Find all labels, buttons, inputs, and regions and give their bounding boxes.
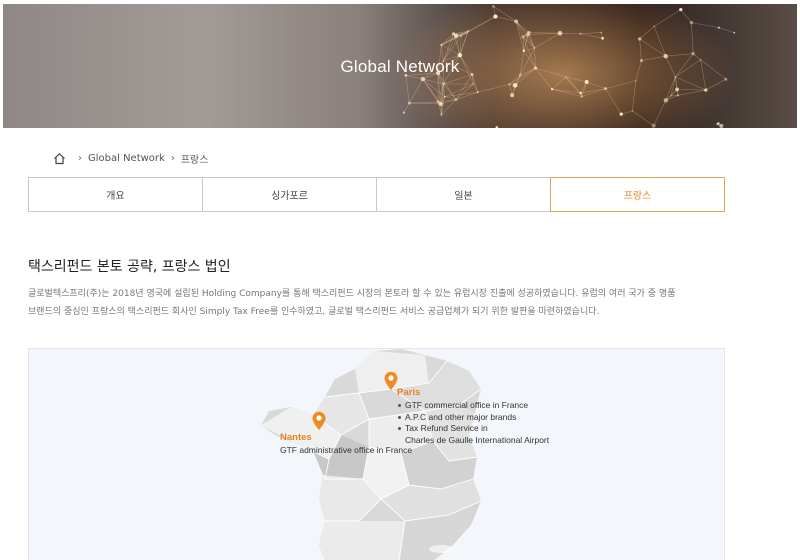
tab-overview[interactable]: 개요: [28, 177, 203, 212]
city-label-nantes: Nantes: [280, 432, 312, 443]
chevron-right-icon: ›: [170, 152, 175, 164]
breadcrumb: › Global Network › 프랑스: [53, 150, 208, 166]
description-line: 브랜드의 중심인 프랑스의 택스리펀드 회사인 Simply Tax Free를…: [28, 307, 600, 317]
city-label-paris: Paris: [397, 387, 421, 398]
list-item: A.P.C and other major brands: [398, 412, 528, 424]
tab-japan[interactable]: 일본: [376, 177, 551, 212]
section-title: 택스리펀드 본토 공략, 프랑스 법인: [28, 259, 231, 275]
page-title: Global Network: [340, 57, 460, 76]
tab-france[interactable]: 프랑스: [550, 177, 725, 212]
list-item: GTF commercial office in France: [398, 400, 528, 412]
breadcrumb-item-current: 프랑스: [180, 154, 209, 166]
list-item: Tax Refund Service in: [398, 423, 528, 435]
nantes-info: GTF administrative office in France: [280, 445, 413, 455]
paris-info-list: GTF commercial office in France A.P.C an…: [398, 400, 528, 435]
hero-banner: Global Network: [3, 4, 797, 128]
paris-info-cont: Charles de Gaulle International Airport: [405, 435, 550, 445]
france-map-panel: Paris GTF commercial office in France A.…: [28, 348, 725, 560]
section-description: 글로벌텍스프리(주)는 2018년 영국에 설립된 Holding Compan…: [28, 285, 728, 321]
tab-singapore[interactable]: 싱가포르: [202, 177, 377, 212]
breadcrumb-item-global-network[interactable]: Global Network: [88, 153, 165, 164]
chevron-right-icon: ›: [78, 152, 82, 164]
description-line: 글로벌텍스프리(주)는 2018년 영국에 설립된 Holding Compan…: [28, 289, 676, 299]
country-tabs: 개요 싱가포르 일본 프랑스: [28, 177, 725, 212]
home-icon[interactable]: [53, 152, 66, 165]
map-pin-icon[interactable]: [311, 411, 327, 431]
